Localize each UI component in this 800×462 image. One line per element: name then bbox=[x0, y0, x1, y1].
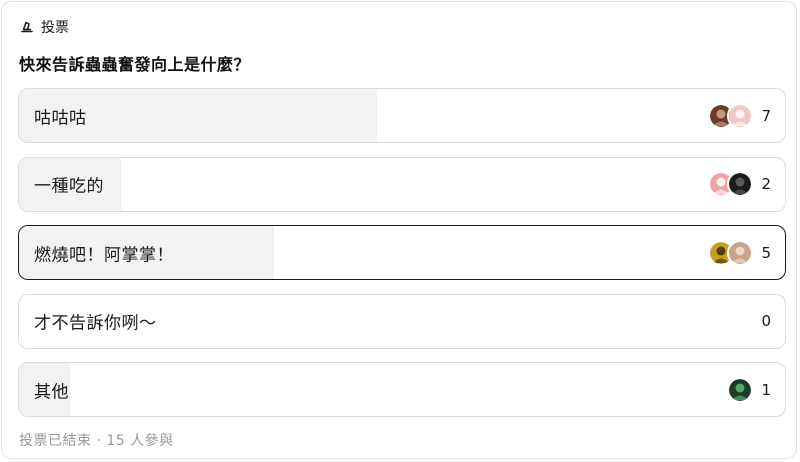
poll-card: 投票 快來告訴蟲蟲奮發向上是什麼？ 咕咕咕 7 一種吃的 2 燃燒吧！阿掌掌！ 5 才不告訴… bbox=[1, 1, 797, 459]
poll-option-count: 5 bbox=[761, 243, 771, 262]
poll-header: 投票 bbox=[19, 16, 69, 38]
poll-question: 快來告訴蟲蟲奮發向上是什麼？ bbox=[19, 55, 251, 74]
avatar bbox=[727, 171, 753, 197]
avatar bbox=[727, 376, 753, 403]
poll-option[interactable]: 咕咕咕 7 bbox=[18, 88, 786, 143]
poll-option-meta: 5 bbox=[708, 239, 771, 266]
voter-avatars[interactable] bbox=[708, 102, 753, 129]
poll-option[interactable]: 其他 1 bbox=[18, 362, 786, 417]
poll-option-meta: 7 bbox=[708, 102, 771, 129]
poll-option-count: 7 bbox=[761, 106, 771, 125]
poll-option-label: 燃燒吧！阿掌掌！ bbox=[34, 245, 174, 265]
poll-options: 咕咕咕 7 一種吃的 2 燃燒吧！阿掌掌！ 5 才不告訴你咧～ 0 其他 1 bbox=[18, 88, 786, 431]
poll-option-count: 1 bbox=[761, 380, 771, 399]
poll-option-count: 2 bbox=[761, 175, 771, 193]
poll-option-label: 其他 bbox=[34, 382, 69, 402]
poll-option-count: 0 bbox=[761, 312, 771, 330]
poll-option-meta: 2 bbox=[708, 171, 771, 197]
poll-header-label: 投票 bbox=[41, 20, 69, 36]
voter-avatars[interactable] bbox=[708, 239, 753, 266]
poll-icon bbox=[19, 19, 35, 35]
poll-option[interactable]: 才不告訴你咧～ 0 bbox=[18, 293, 786, 349]
poll-option-label: 咕咕咕 bbox=[34, 108, 87, 128]
poll-option-label: 才不告訴你咧～ bbox=[34, 313, 157, 334]
poll-option[interactable]: 燃燒吧！阿掌掌！ 5 bbox=[18, 225, 786, 280]
voter-avatars[interactable] bbox=[727, 376, 753, 403]
poll-option-meta: 0 bbox=[761, 312, 771, 330]
poll-option[interactable]: 一種吃的 2 bbox=[18, 156, 786, 212]
avatar bbox=[727, 239, 753, 266]
voter-avatars[interactable] bbox=[708, 171, 753, 197]
poll-option-meta: 1 bbox=[727, 376, 771, 403]
poll-option-label: 一種吃的 bbox=[34, 176, 104, 197]
poll-footer: 投票已結束 · 15 人參與 bbox=[19, 433, 174, 449]
avatar bbox=[727, 102, 753, 129]
